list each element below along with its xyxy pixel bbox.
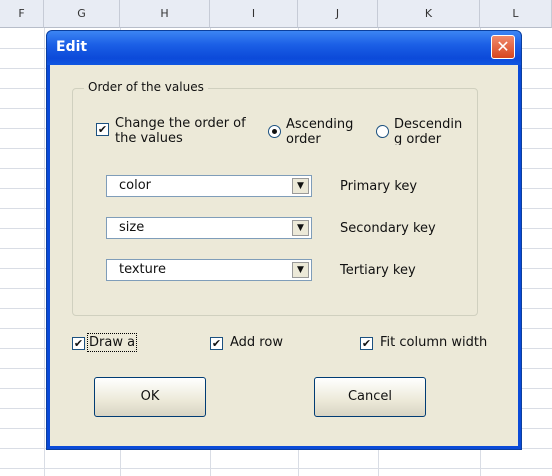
dialog-title: Edit <box>56 39 88 55</box>
ascending-label-clip: Ascending order <box>286 117 356 145</box>
group-title: Order of the values <box>84 80 208 94</box>
column-header-h[interactable]: H <box>120 0 210 28</box>
fit-width-checkbox[interactable]: ✔ <box>360 337 373 350</box>
column-header-l[interactable]: L <box>480 0 552 28</box>
secondary-key-value: size <box>119 220 145 235</box>
radio-selected-dot <box>272 129 277 134</box>
column-header-g[interactable]: G <box>44 0 120 28</box>
grid-line <box>0 468 552 469</box>
column-header-k[interactable]: K <box>378 0 480 28</box>
dialog-titlebar[interactable]: Edit ✕ <box>47 31 521 65</box>
change-order-label-clip: Change the order of the values <box>115 116 247 145</box>
secondary-key-label: Secondary key <box>340 221 436 236</box>
add-row-checkbox[interactable]: ✔ <box>210 337 223 350</box>
fit-width-label: Fit column width <box>380 335 488 350</box>
check-icon: ✔ <box>211 337 222 350</box>
ascending-radio[interactable] <box>268 125 281 138</box>
change-order-label: Change the order of the values <box>115 116 246 145</box>
arrow-glyph: ▼ <box>297 181 304 191</box>
ok-button[interactable]: OK <box>94 377 206 417</box>
add-row-label: Add row <box>230 335 283 350</box>
column-header-j[interactable]: J <box>298 0 378 28</box>
primary-key-value: color <box>119 178 152 193</box>
primary-key-select[interactable]: color ▼ <box>106 175 312 197</box>
chevron-down-icon[interactable]: ▼ <box>292 178 309 194</box>
arrow-glyph: ▼ <box>297 265 304 275</box>
primary-key-label: Primary key <box>340 179 418 194</box>
column-header-i[interactable]: I <box>210 0 298 28</box>
tertiary-key-select[interactable]: texture ▼ <box>106 259 312 281</box>
column-label: H <box>160 7 169 20</box>
draw-checkbox[interactable]: ✔ <box>72 337 85 350</box>
arrow-glyph: ▼ <box>297 223 304 233</box>
cancel-button[interactable]: Cancel <box>314 377 426 417</box>
column-label: K <box>424 7 433 20</box>
column-label: G <box>77 7 86 20</box>
secondary-key-select[interactable]: size ▼ <box>106 217 312 239</box>
close-icon: ✕ <box>496 37 510 56</box>
chevron-down-icon[interactable]: ▼ <box>292 220 309 236</box>
column-header-f[interactable]: F <box>0 0 44 28</box>
check-icon: ✔ <box>361 337 372 350</box>
tertiary-key-label: Tertiary key <box>340 263 416 278</box>
ok-button-label: OK <box>140 389 160 404</box>
dialog-body: Order of the values ✔ Change the order o… <box>50 65 518 446</box>
chevron-down-icon[interactable]: ▼ <box>292 262 309 278</box>
column-label: L <box>512 7 519 20</box>
edit-dialog: Edit ✕ Order of the values ✔ Change the … <box>46 30 522 450</box>
descending-radio[interactable] <box>376 125 389 138</box>
column-label: J <box>335 7 340 20</box>
column-label: F <box>18 7 25 20</box>
descending-label-clip: Descending order <box>394 117 470 145</box>
change-order-checkbox[interactable]: ✔ <box>96 123 109 136</box>
check-icon: ✔ <box>73 337 84 350</box>
descending-label: Descending order <box>394 117 463 145</box>
cancel-button-label: Cancel <box>347 389 393 404</box>
draw-label: Draw a <box>86 333 138 352</box>
tertiary-key-value: texture <box>119 262 166 277</box>
column-label: I <box>251 7 256 20</box>
close-button[interactable]: ✕ <box>491 35 515 59</box>
ascending-label: Ascending order <box>286 117 354 145</box>
check-icon: ✔ <box>97 123 108 136</box>
